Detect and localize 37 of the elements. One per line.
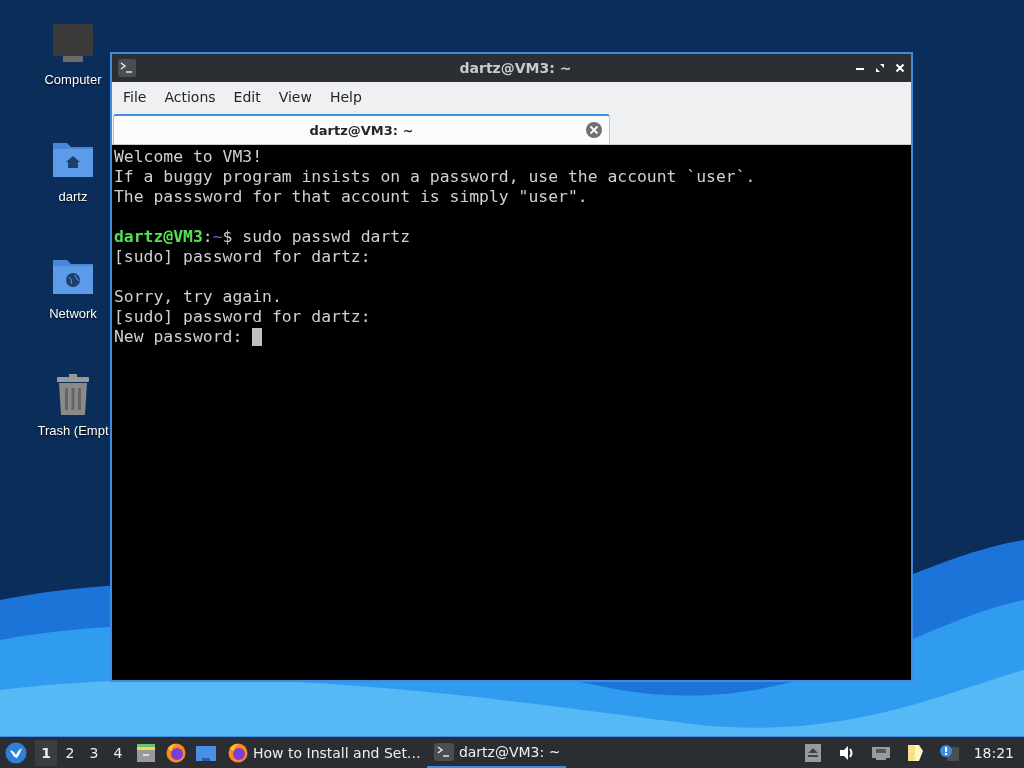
menu-item[interactable]: View — [269, 85, 321, 109]
menu-item[interactable]: Actions — [155, 85, 225, 109]
desktop-icon-label[interactable]: Trash (Empt — [37, 423, 109, 438]
desktop-icon-label[interactable]: Computer — [44, 72, 102, 87]
clock[interactable]: 18:21 — [973, 744, 1014, 761]
terminal-icon — [432, 740, 455, 763]
workspace-button[interactable]: 2 — [59, 739, 81, 766]
tab-label: dartz@VM3: ~ — [308, 122, 415, 138]
workspace-button[interactable]: 1 — [35, 739, 57, 766]
workspace-button[interactable]: 4 — [107, 739, 129, 766]
desktop-icon-label[interactable]: Network — [49, 306, 97, 321]
close-icon[interactable] — [895, 63, 905, 73]
prompt-line: dartz@VM3:~$ sudo passwd dartz — [114, 227, 412, 247]
menu-item[interactable]: File — [114, 85, 156, 109]
terminal-line: The passsword for that account is simply "user". — [114, 187, 589, 207]
tab[interactable]: dartz@VM3: ~ — [113, 114, 610, 144]
menu-item[interactable]: Help — [320, 85, 371, 109]
notification-icon[interactable] — [938, 742, 959, 763]
workspace-button[interactable]: 3 — [83, 739, 105, 766]
terminal-line: [sudo] password for dartz: — [114, 307, 372, 327]
eject-icon[interactable] — [802, 742, 823, 763]
maximize-icon[interactable] — [875, 63, 885, 73]
terminal-line: If a buggy program insists on a password, use the account `user`. — [114, 167, 757, 187]
terminal-line: New password: — [114, 327, 243, 347]
terminal-line: [sudo] password for dartz: — [114, 247, 372, 267]
terminal-line: Welcome to VM3! — [114, 147, 264, 167]
window-title: dartz@VM3: ~ — [458, 60, 573, 76]
desktop-icon-label[interactable]: dartz — [58, 189, 88, 204]
menu-item[interactable]: Edit — [224, 85, 270, 109]
taskbar-task[interactable]: How to Install and Set… — [221, 737, 427, 768]
taskbar-task[interactable]: dartz@VM3: ~ — [426, 737, 567, 768]
firefox-icon[interactable] — [165, 741, 187, 764]
terminal-icon — [118, 59, 136, 77]
start-menu-icon[interactable] — [5, 741, 27, 764]
firefox-icon — [227, 741, 249, 764]
terminal-line: Sorry, try again. — [114, 287, 283, 307]
file-cabinet-icon[interactable] — [135, 741, 157, 764]
